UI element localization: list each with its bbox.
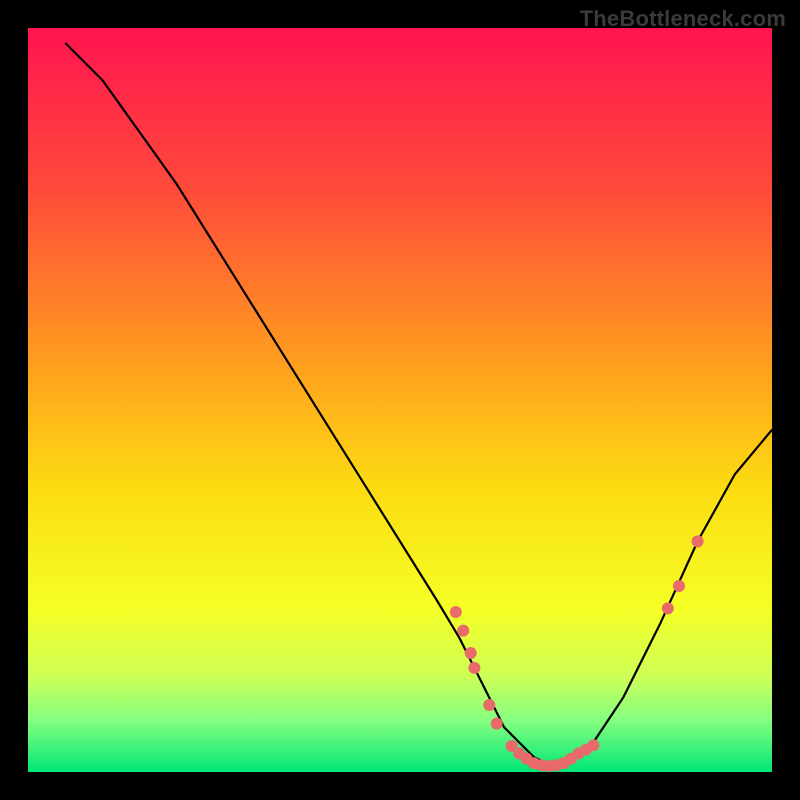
highlight-dot (465, 647, 477, 659)
highlight-dot (457, 625, 469, 637)
bottleneck-chart (0, 0, 800, 800)
highlight-dot (692, 535, 704, 547)
highlight-dot (468, 662, 480, 674)
chart-container: TheBottleneck.com (0, 0, 800, 800)
highlight-dot (491, 718, 503, 730)
highlight-dot (662, 602, 674, 614)
highlight-dot (587, 739, 599, 751)
highlight-dot (450, 606, 462, 618)
highlight-dot (673, 580, 685, 592)
plot-background (28, 28, 772, 772)
highlight-dot (483, 699, 495, 711)
